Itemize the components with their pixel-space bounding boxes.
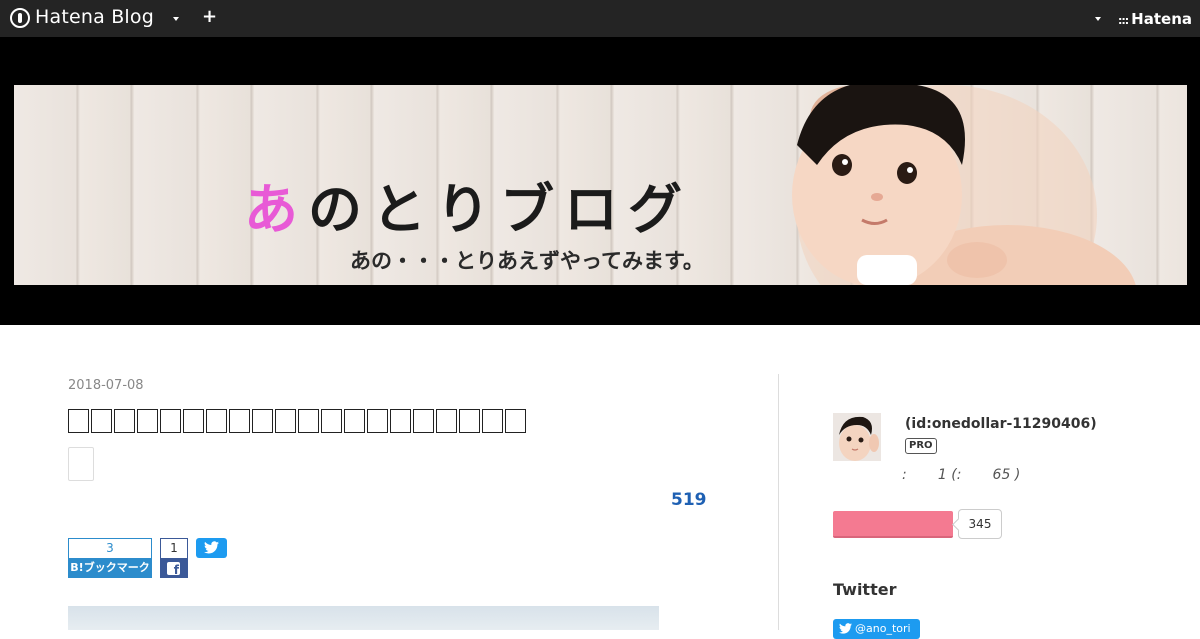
hatena-brand-label: Hatena [1131,10,1192,28]
blog-menu-chevron-down-icon[interactable] [173,17,179,21]
twitter-share-button[interactable] [196,538,227,558]
entry-category-placeholder [68,447,94,481]
hatena-bookmark-count[interactable]: 3 [68,538,152,558]
missing-glyph-box [252,409,273,433]
blog-title-accent: あ [244,178,308,241]
entry-date[interactable]: 2018-07-08 [68,378,144,393]
hatena-bookmark-button[interactable]: 3 B!ブックマーク [68,538,152,578]
missing-glyph-box [367,409,388,433]
profile-stats: : 1 (: 65 ) [902,467,1021,483]
missing-glyph-box [413,409,434,433]
baby-photo-illustration [792,85,1136,285]
facebook-share-label[interactable] [160,558,188,578]
twitter-bird-icon [839,623,852,634]
profile-avatar[interactable] [833,413,881,461]
missing-glyph-box [459,409,480,433]
facebook-share-button[interactable]: 1 [160,538,188,578]
missing-glyph-box [91,409,112,433]
star-count[interactable]: 519 [671,490,707,510]
missing-glyph-box [436,409,457,433]
missing-glyph-box [137,409,158,433]
entry-eyecatch-image[interactable] [68,606,659,630]
missing-glyph-box [114,409,135,433]
missing-glyph-box [275,409,296,433]
blog-title-rest: のとりブログ [308,178,692,241]
hatena-blog-logo-text[interactable]: Hatena Blog [35,6,154,28]
missing-glyph-box [229,409,250,433]
facebook-share-count[interactable]: 1 [160,538,188,558]
account-menu-chevron-down-icon[interactable] [1095,17,1101,21]
profile-id-link[interactable]: (id:onedollar-11290406) [905,416,1097,432]
facebook-icon [167,562,180,577]
blog-header: あのとりブログ あの・・・とりあえずやってみます。 [0,37,1200,325]
twitter-bird-icon [204,541,219,554]
hatena-bookmark-label[interactable]: B!ブックマーク [68,558,152,578]
missing-glyph-box [482,409,503,433]
hatena-dots-icon: ::: [1117,14,1129,27]
missing-glyph-box [390,409,411,433]
missing-glyph-box [206,409,227,433]
column-divider [778,374,779,630]
reader-follow-button[interactable] [833,511,953,538]
hatena-top-bar: Hatena Blog + ::: Hatena [0,0,1200,37]
twitter-handle: @ano_tori [855,622,911,635]
twitter-module-heading: Twitter [833,580,897,599]
hatena-blog-logo-icon[interactable] [10,8,30,28]
blog-subtitle: あの・・・とりあえずやってみます。 [350,249,704,273]
missing-glyph-box [68,409,89,433]
missing-glyph-box [298,409,319,433]
hatena-brand-link[interactable]: ::: Hatena [1118,10,1192,28]
reader-follow-count[interactable]: 345 [958,509,1002,539]
missing-glyph-box [321,409,342,433]
new-post-plus-button[interactable]: + [202,7,217,27]
blog-banner-image[interactable]: あのとりブログ あの・・・とりあえずやってみます。 [14,85,1187,285]
twitter-follow-button[interactable]: @ano_tori [833,619,920,639]
entry-title[interactable] [68,408,528,433]
pro-badge: PRO [905,438,937,454]
blog-title: あのとりブログ [244,165,692,244]
missing-glyph-box [183,409,204,433]
missing-glyph-box [505,409,526,433]
missing-glyph-box [160,409,181,433]
missing-glyph-box [344,409,365,433]
